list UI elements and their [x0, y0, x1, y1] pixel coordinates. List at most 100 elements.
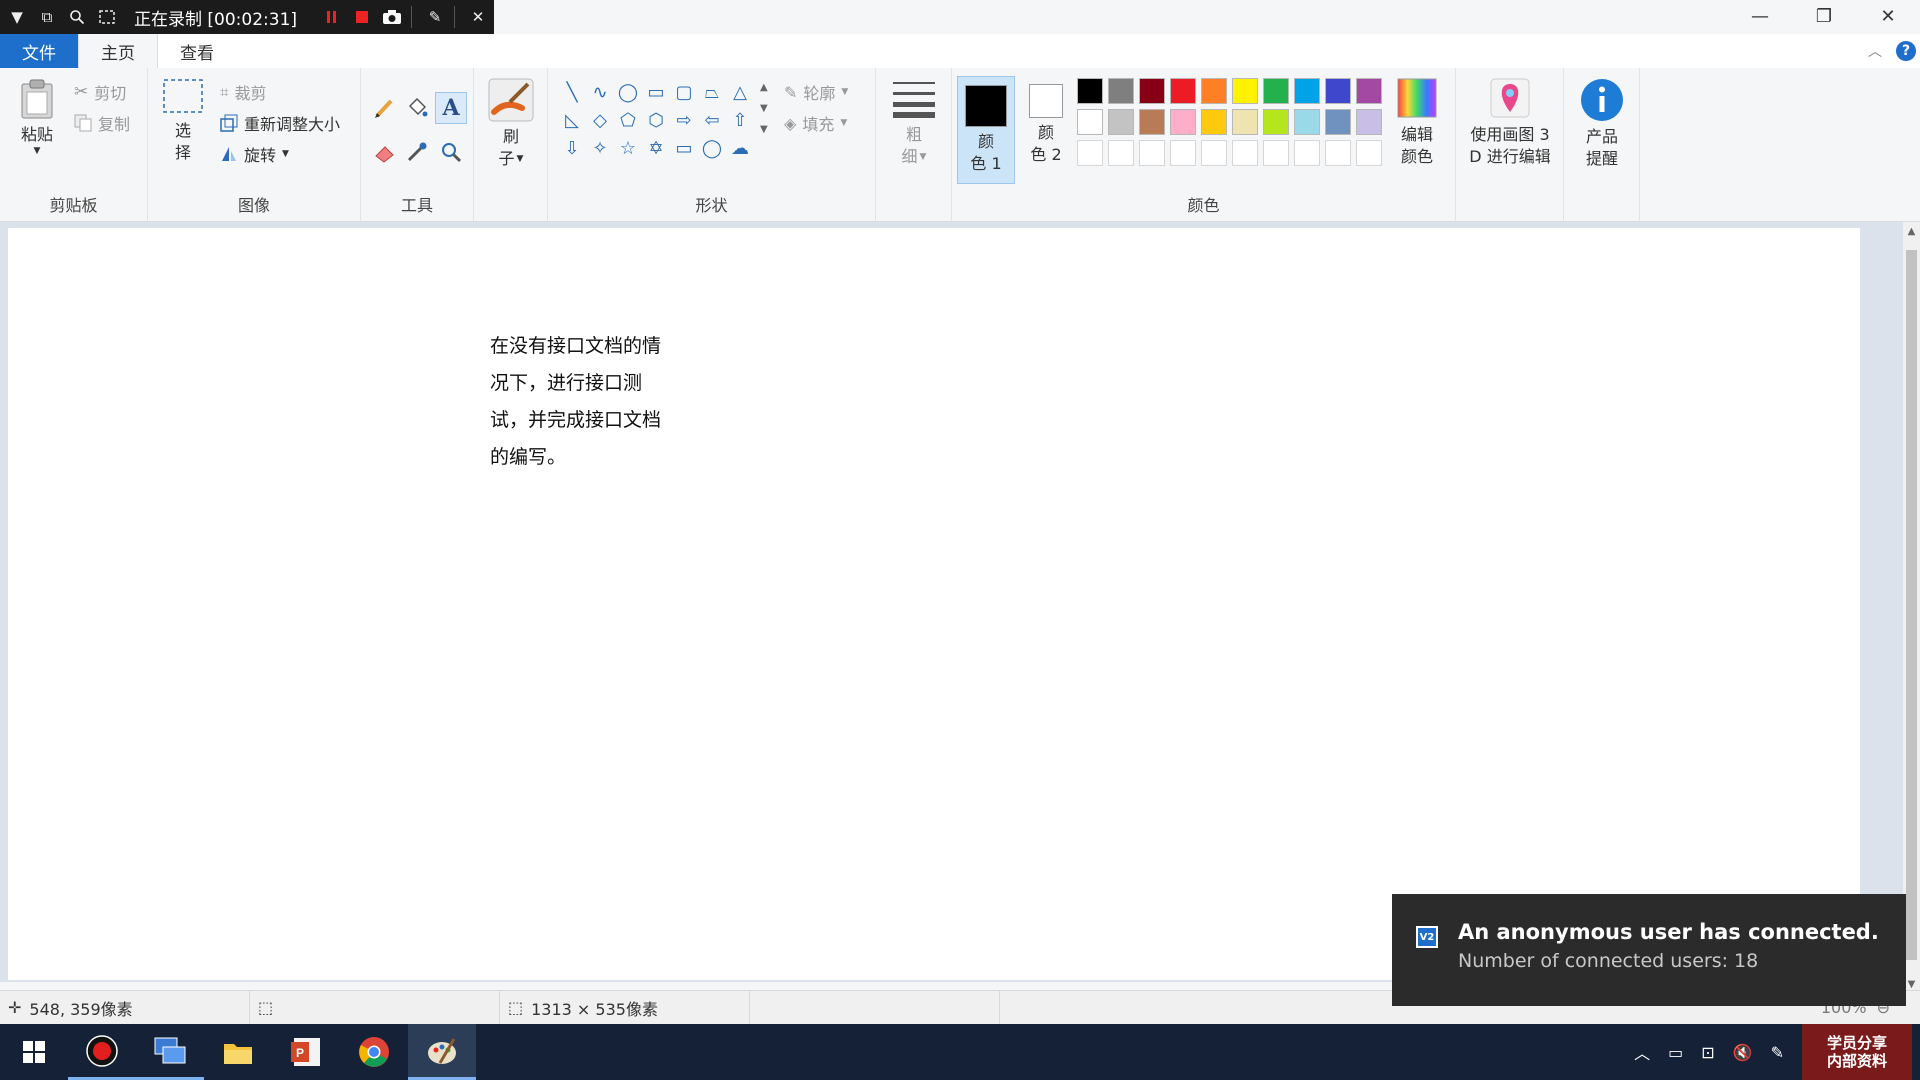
paste-button[interactable]: 粘贴 ▼: [10, 78, 64, 156]
pause-icon[interactable]: [319, 4, 345, 30]
crop-button[interactable]: ⌗ 裁剪: [220, 80, 266, 104]
six-point-star-shape-icon[interactable]: ✡: [642, 134, 670, 162]
palette-swatch[interactable]: [1232, 78, 1258, 104]
palette-swatch[interactable]: [1294, 78, 1320, 104]
triangle-shape-icon[interactable]: △: [726, 78, 754, 106]
custom-color-slot[interactable]: [1108, 140, 1134, 166]
volume-muted-icon[interactable]: 🔇: [1733, 1043, 1753, 1062]
scrollbar-thumb[interactable]: [1906, 250, 1917, 960]
cloud-callout-shape-icon[interactable]: ☁: [726, 134, 754, 162]
magnifier-icon[interactable]: [439, 140, 463, 164]
palette-swatch[interactable]: [1077, 109, 1103, 135]
palette-swatch[interactable]: [1356, 78, 1382, 104]
diamond-shape-icon[interactable]: ◇: [586, 106, 614, 134]
powerpoint-icon[interactable]: P: [272, 1024, 340, 1080]
color-picker-icon[interactable]: [405, 140, 429, 164]
color1-button[interactable]: 颜 色 1: [957, 76, 1015, 184]
palette-swatch[interactable]: [1139, 109, 1165, 135]
remote-desktop-icon[interactable]: [136, 1024, 204, 1080]
eraser-icon[interactable]: [373, 140, 397, 164]
palette-swatch[interactable]: [1077, 78, 1103, 104]
zoom-icon[interactable]: [64, 4, 90, 30]
select-button[interactable]: 选 择: [158, 78, 208, 164]
tab-home[interactable]: 主页: [78, 34, 158, 68]
palette-swatch[interactable]: [1263, 78, 1289, 104]
pen-icon[interactable]: ✎: [422, 4, 448, 30]
palette-swatch[interactable]: [1108, 109, 1134, 135]
right-triangle-shape-icon[interactable]: ◺: [558, 106, 586, 134]
start-icon[interactable]: [0, 1024, 68, 1080]
custom-color-slot[interactable]: [1170, 140, 1196, 166]
fill-bucket-icon[interactable]: [405, 96, 429, 120]
chevron-up-icon[interactable]: ▲: [1903, 226, 1920, 237]
camera-icon[interactable]: [379, 4, 405, 30]
paint3d-button[interactable]: 使用画图 3 D 进行编辑: [1456, 78, 1564, 168]
palette-swatch[interactable]: [1325, 78, 1351, 104]
dropdown-icon[interactable]: ▼: [4, 4, 30, 30]
pencil-icon[interactable]: [373, 96, 397, 120]
network-icon[interactable]: ⊡: [1701, 1043, 1714, 1062]
cut-button[interactable]: ✂ 剪切: [74, 80, 126, 104]
down-arrow-shape-icon[interactable]: ⇩: [558, 134, 586, 162]
palette-swatch[interactable]: [1232, 109, 1258, 135]
pen-workspace-icon[interactable]: ✎: [1771, 1043, 1784, 1062]
brushes-button[interactable]: 刷 子 ▼: [482, 78, 540, 170]
shapes-scroll[interactable]: ▲ ▼ ▼: [760, 82, 768, 135]
text-tool-icon[interactable]: A: [435, 92, 467, 124]
curve-shape-icon[interactable]: ∿: [586, 78, 614, 106]
color2-button[interactable]: 颜 色 2: [1017, 84, 1075, 166]
hexagon-shape-icon[interactable]: ⬡: [642, 106, 670, 134]
tab-view[interactable]: 查看: [158, 34, 236, 68]
palette-swatch[interactable]: [1139, 78, 1165, 104]
stop-icon[interactable]: [349, 4, 375, 30]
chevron-up-icon[interactable]: ▲: [760, 82, 768, 93]
up-arrow-shape-icon[interactable]: ⇧: [726, 106, 754, 134]
chevron-up-icon[interactable]: ︿: [1634, 1040, 1650, 1064]
custom-color-slot[interactable]: [1356, 140, 1382, 166]
close-button[interactable]: ✕: [1856, 0, 1920, 32]
chevron-down-icon[interactable]: ▼: [760, 103, 768, 114]
chrome-icon[interactable]: [340, 1024, 408, 1080]
canvas-text[interactable]: 在没有接口文档的情 况下，进行接口测 试，并完成接口文档 的编写。: [490, 328, 690, 476]
minimize-button[interactable]: —: [1728, 0, 1792, 32]
custom-color-slot[interactable]: [1232, 140, 1258, 166]
rect-callout-shape-icon[interactable]: ▭: [670, 134, 698, 162]
oval-shape-icon[interactable]: ◯: [614, 78, 642, 106]
help-icon[interactable]: ?: [1896, 41, 1916, 61]
outline-button[interactable]: ✎ 轮廓 ▼: [784, 80, 848, 104]
fill-button[interactable]: ◈ 填充 ▼: [784, 111, 847, 135]
file-explorer-icon[interactable]: [204, 1024, 272, 1080]
copy-button[interactable]: 复制: [74, 111, 130, 135]
five-point-star-shape-icon[interactable]: ☆: [614, 134, 642, 162]
collapse-ribbon-icon[interactable]: ︿: [1868, 41, 1882, 61]
restore-button[interactable]: ❐: [1792, 0, 1856, 32]
vertical-scrollbar[interactable]: ▲ ▼: [1903, 222, 1920, 994]
palette-swatch[interactable]: [1294, 109, 1320, 135]
right-arrow-shape-icon[interactable]: ⇨: [670, 106, 698, 134]
tab-file[interactable]: 文件: [0, 34, 78, 68]
size-button[interactable]: 粗 细 ▼: [886, 78, 942, 168]
product-alert-button[interactable]: 产品 提醒: [1573, 78, 1631, 170]
pentagon-shape-icon[interactable]: ⬠: [614, 106, 642, 134]
paint-icon[interactable]: [408, 1024, 476, 1080]
palette-swatch[interactable]: [1108, 78, 1134, 104]
custom-color-slot[interactable]: [1077, 140, 1103, 166]
custom-color-slot[interactable]: [1294, 140, 1320, 166]
custom-color-slot[interactable]: [1325, 140, 1351, 166]
oval-callout-shape-icon[interactable]: ◯: [698, 134, 726, 162]
rounded-rectangle-shape-icon[interactable]: ▢: [670, 78, 698, 106]
palette-swatch[interactable]: [1325, 109, 1351, 135]
polygon-shape-icon[interactable]: ⏢: [698, 78, 726, 106]
window-icon[interactable]: ⧉: [34, 4, 60, 30]
palette-swatch[interactable]: [1263, 109, 1289, 135]
custom-color-slot[interactable]: [1201, 140, 1227, 166]
battery-icon[interactable]: ▭: [1668, 1043, 1683, 1062]
rotate-button[interactable]: 旋转 ▼: [220, 142, 289, 166]
palette-swatch[interactable]: [1201, 109, 1227, 135]
palette-swatch[interactable]: [1356, 109, 1382, 135]
drawing-canvas[interactable]: 在没有接口文档的情 况下，进行接口测 试，并完成接口文档 的编写。: [8, 228, 1860, 980]
palette-swatch[interactable]: [1170, 109, 1196, 135]
rectangle-shape-icon[interactable]: ▭: [642, 78, 670, 106]
region-icon[interactable]: [94, 4, 120, 30]
custom-color-slot[interactable]: [1263, 140, 1289, 166]
